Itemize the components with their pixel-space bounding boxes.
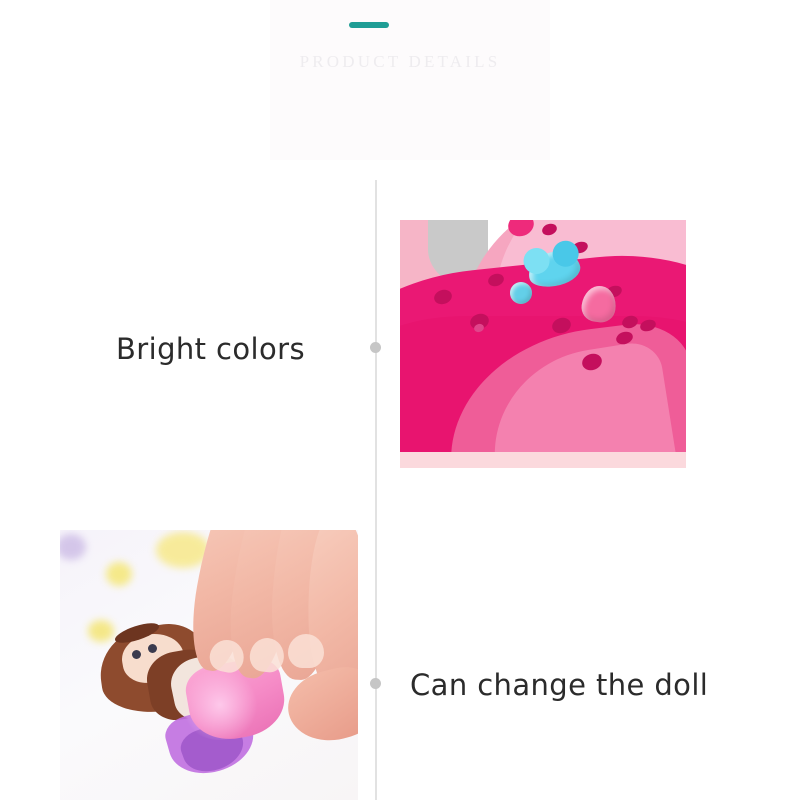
doll-dress-glow bbox=[180, 670, 260, 740]
pink-shoe-closeup-photo bbox=[400, 220, 686, 478]
doll-eye bbox=[148, 644, 157, 653]
header-panel bbox=[270, 0, 550, 160]
doll-eye bbox=[132, 650, 141, 659]
bokeh-circle-yellow bbox=[106, 562, 132, 586]
page-title: PRODUCT DETAILS bbox=[299, 52, 501, 71]
feature-caption-change-doll: Can change the doll bbox=[410, 668, 709, 702]
shoe-photo-bottom-white bbox=[400, 468, 686, 478]
timeline-line bbox=[375, 180, 377, 800]
bokeh-circle-yellow bbox=[88, 620, 114, 642]
timeline-dot-bright-colors bbox=[370, 342, 381, 353]
feature-caption-bright-colors: Bright colors bbox=[116, 332, 305, 366]
product-details-page: PRODUCT DETAILS Bright colors Can change… bbox=[0, 0, 800, 800]
hand-fingernail bbox=[288, 634, 324, 668]
hand-holding-doll-photo bbox=[60, 530, 358, 800]
shoe-charm-blue-gem bbox=[510, 282, 532, 304]
teal-dash-icon bbox=[349, 22, 389, 28]
timeline-dot-change-doll bbox=[370, 678, 381, 689]
